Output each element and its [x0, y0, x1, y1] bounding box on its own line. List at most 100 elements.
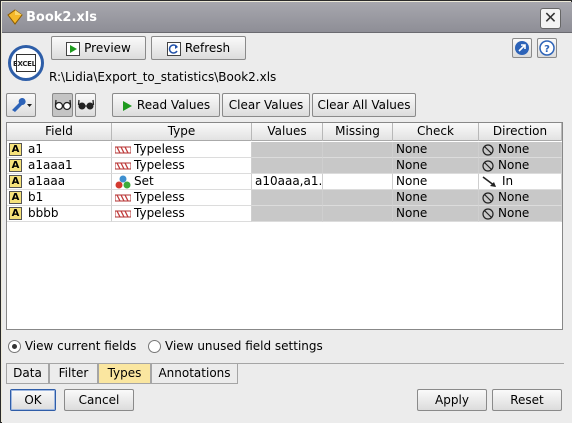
- cell-check[interactable]: None: [393, 142, 479, 158]
- preview-button[interactable]: Preview: [51, 36, 146, 60]
- cell-direction[interactable]: None: [479, 206, 562, 222]
- read-values-label: Read Values: [136, 98, 211, 112]
- cell-field[interactable]: Ab1: [7, 190, 112, 206]
- cell-field[interactable]: Abbbb: [7, 206, 112, 222]
- clear-values-label: Clear Values: [228, 98, 304, 112]
- cell-text: None: [498, 206, 530, 220]
- cell-check[interactable]: None: [393, 190, 479, 206]
- cell-missing[interactable]: [323, 174, 393, 190]
- radio-unselected-icon[interactable]: [148, 340, 162, 353]
- cell-direction[interactable]: None: [479, 142, 562, 158]
- tab-data[interactable]: Data: [6, 364, 49, 384]
- cell-direction[interactable]: In: [479, 174, 562, 190]
- excel-icon-label: EXCEL: [13, 60, 36, 68]
- cell-check[interactable]: None: [393, 158, 479, 174]
- title-bar[interactable]: Book2.xls ✕: [2, 2, 572, 33]
- cell-text: a1aaa: [28, 174, 66, 188]
- view-glasses-button-2[interactable]: [75, 93, 96, 117]
- cell-text: None: [498, 158, 530, 172]
- tab-annotations-label: Annotations: [158, 366, 231, 380]
- glasses-outline-icon: [54, 99, 71, 111]
- window-title: Book2.xls: [26, 10, 97, 25]
- cell-direction[interactable]: None: [479, 158, 562, 174]
- glasses-dark-icon: [77, 99, 94, 110]
- ok-button[interactable]: OK: [10, 389, 56, 411]
- reset-button[interactable]: Reset: [492, 389, 562, 411]
- cell-check[interactable]: None: [393, 174, 479, 190]
- tab-filter[interactable]: Filter: [49, 364, 98, 384]
- clear-all-values-label: Clear All Values: [317, 98, 411, 112]
- tab-annotations[interactable]: Annotations: [151, 364, 238, 384]
- refresh-button[interactable]: Refresh: [151, 36, 246, 60]
- app-diamond-icon: [7, 9, 23, 25]
- cell-text: None: [396, 142, 428, 156]
- fields-table: Field Type Values Missing Check Direction Aa1…: [6, 122, 563, 330]
- cell-values[interactable]: [252, 190, 323, 206]
- cell-missing[interactable]: [323, 158, 393, 174]
- cell-values[interactable]: a10aaa,a1...: [252, 174, 323, 190]
- table-row[interactable]: Abbbb Typeless None None: [7, 206, 562, 222]
- cell-text: a1aaa1: [28, 158, 73, 172]
- column-header-check[interactable]: Check: [393, 123, 479, 141]
- cancel-button[interactable]: Cancel: [64, 389, 134, 411]
- cell-text: Typeless: [134, 142, 185, 156]
- read-values-button[interactable]: Read Values: [112, 93, 220, 117]
- view-current-radio[interactable]: View current fields: [8, 339, 140, 353]
- cell-field[interactable]: Aa1aaa: [7, 174, 112, 190]
- tools-menu-button[interactable]: [6, 93, 36, 117]
- refresh-icon: [166, 41, 181, 56]
- cell-missing[interactable]: [323, 190, 393, 206]
- refresh-label: Refresh: [184, 41, 231, 55]
- table-row[interactable]: Aa1 Typeless None None: [7, 142, 562, 158]
- column-header-type[interactable]: Type: [112, 123, 252, 141]
- cell-text: In: [502, 174, 514, 188]
- cell-type[interactable]: Typeless: [112, 190, 252, 206]
- preview-label: Preview: [84, 41, 131, 55]
- none-icon: [482, 158, 498, 172]
- table-row[interactable]: Aa1aaa Set a10aaa,a1... None In: [7, 174, 562, 190]
- tab-data-label: Data: [13, 366, 42, 380]
- cell-type[interactable]: Typeless: [112, 158, 252, 174]
- clear-values-button[interactable]: Clear Values: [222, 93, 310, 117]
- launch-arrow-icon: [515, 41, 529, 55]
- string-storage-icon: A: [9, 191, 22, 204]
- radio-selected-icon[interactable]: [8, 340, 21, 353]
- table-row[interactable]: Ab1 Typeless None None: [7, 190, 562, 206]
- column-header-missing[interactable]: Missing: [323, 123, 393, 141]
- reset-label: Reset: [510, 393, 544, 407]
- typeless-icon: [114, 158, 134, 172]
- in-arrow-icon: [482, 174, 502, 188]
- dialog-content: EXCEL Preview Refresh ? R:\Lidia\Export_…: [2, 33, 572, 423]
- apply-button[interactable]: Apply: [417, 389, 487, 411]
- launch-button[interactable]: [512, 38, 532, 58]
- column-header-values[interactable]: Values: [252, 123, 323, 141]
- cell-text: a1: [28, 142, 43, 156]
- cell-missing[interactable]: [323, 142, 393, 158]
- cell-values[interactable]: [252, 142, 323, 158]
- column-header-field[interactable]: Field: [7, 123, 112, 141]
- cell-missing[interactable]: [323, 206, 393, 222]
- cell-field[interactable]: Aa1: [7, 142, 112, 158]
- cell-text: None: [396, 190, 428, 204]
- cell-type[interactable]: Typeless: [112, 142, 252, 158]
- cell-values[interactable]: [252, 206, 323, 222]
- tab-types[interactable]: Types: [98, 364, 151, 384]
- clear-all-values-button[interactable]: Clear All Values: [312, 93, 416, 117]
- close-button[interactable]: ✕: [540, 8, 561, 29]
- cell-type[interactable]: Typeless: [112, 206, 252, 222]
- help-button[interactable]: ?: [537, 38, 557, 58]
- cell-direction[interactable]: None: [479, 190, 562, 206]
- cell-type[interactable]: Set: [112, 174, 252, 190]
- column-header-direction[interactable]: Direction: [479, 123, 562, 141]
- cell-field[interactable]: Aa1aaa1: [7, 158, 112, 174]
- table-header: Field Type Values Missing Check Direction: [7, 123, 562, 141]
- cell-text: None: [396, 174, 428, 188]
- cell-text: bbbb: [28, 206, 59, 220]
- table-row[interactable]: Aa1aaa1 Typeless None None: [7, 158, 562, 174]
- cell-values[interactable]: [252, 158, 323, 174]
- preview-play-icon: [66, 41, 81, 56]
- view-unused-radio[interactable]: View unused field settings: [148, 339, 323, 353]
- view-glasses-button-1[interactable]: [52, 93, 73, 117]
- view-options: View current fields View unused field se…: [8, 339, 323, 353]
- cell-check[interactable]: None: [393, 206, 479, 222]
